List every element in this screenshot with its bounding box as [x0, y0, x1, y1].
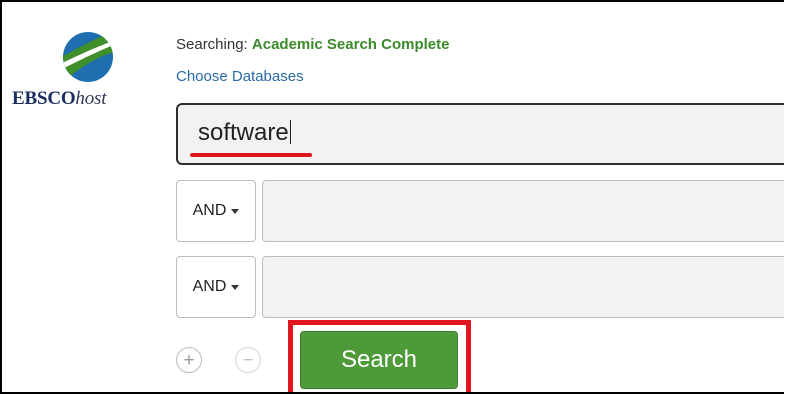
- logo-suffix-text: host: [75, 88, 107, 109]
- boolean-search-input-2[interactable]: [262, 256, 784, 318]
- boolean-operator-select-1[interactable]: AND: [176, 180, 256, 242]
- caret-down-icon: [231, 284, 240, 290]
- searching-label: Searching:: [176, 36, 248, 53]
- ebsco-logo-icon: [63, 32, 113, 82]
- minus-circle-icon[interactable]: −: [235, 347, 261, 373]
- boolean-operator-value-2: AND: [192, 278, 227, 295]
- boolean-operator-value-1: AND: [192, 202, 227, 219]
- search-button[interactable]: Search: [300, 331, 458, 389]
- main-search-value: software: [198, 119, 291, 147]
- database-name: Academic Search Complete: [251, 36, 450, 53]
- search-panel: EBSCOhost Searching: Academic Search Com…: [0, 0, 784, 394]
- ebsco-logo-text: EBSCOhost: [12, 88, 106, 110]
- logo-brand-text: EBSCO: [12, 88, 76, 109]
- plus-circle-icon[interactable]: +: [176, 347, 202, 373]
- text-cursor: [289, 120, 291, 144]
- boolean-row-1: AND: [176, 180, 784, 242]
- annotation-underline: [190, 153, 312, 157]
- boolean-row-2: AND: [176, 256, 784, 318]
- boolean-search-input-1[interactable]: [262, 180, 784, 242]
- choose-databases-link[interactable]: Choose Databases: [176, 68, 304, 85]
- ebsco-logo[interactable]: EBSCOhost: [12, 30, 152, 120]
- main-search-query: software: [198, 119, 289, 146]
- caret-down-icon: [231, 208, 240, 214]
- boolean-operator-select-2[interactable]: AND: [176, 256, 256, 318]
- searching-status: Searching: Academic Search Complete: [176, 36, 449, 53]
